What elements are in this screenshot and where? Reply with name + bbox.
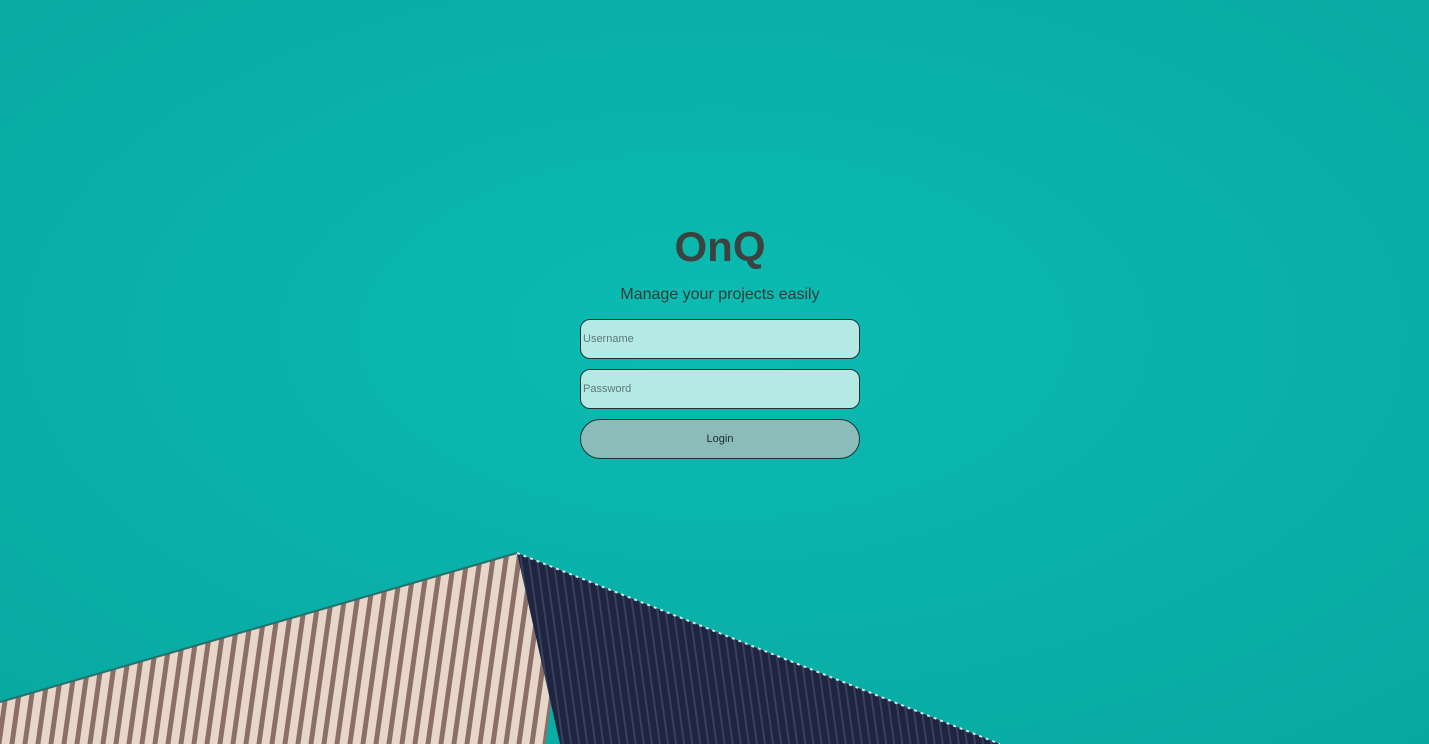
- password-input[interactable]: [580, 369, 860, 409]
- app-title: OnQ: [674, 223, 766, 270]
- login-panel: OnQ Manage your projects easily Login: [580, 222, 860, 459]
- tagline: Manage your projects easily: [620, 286, 820, 303]
- login-button[interactable]: Login: [580, 419, 860, 459]
- username-input[interactable]: [580, 319, 860, 359]
